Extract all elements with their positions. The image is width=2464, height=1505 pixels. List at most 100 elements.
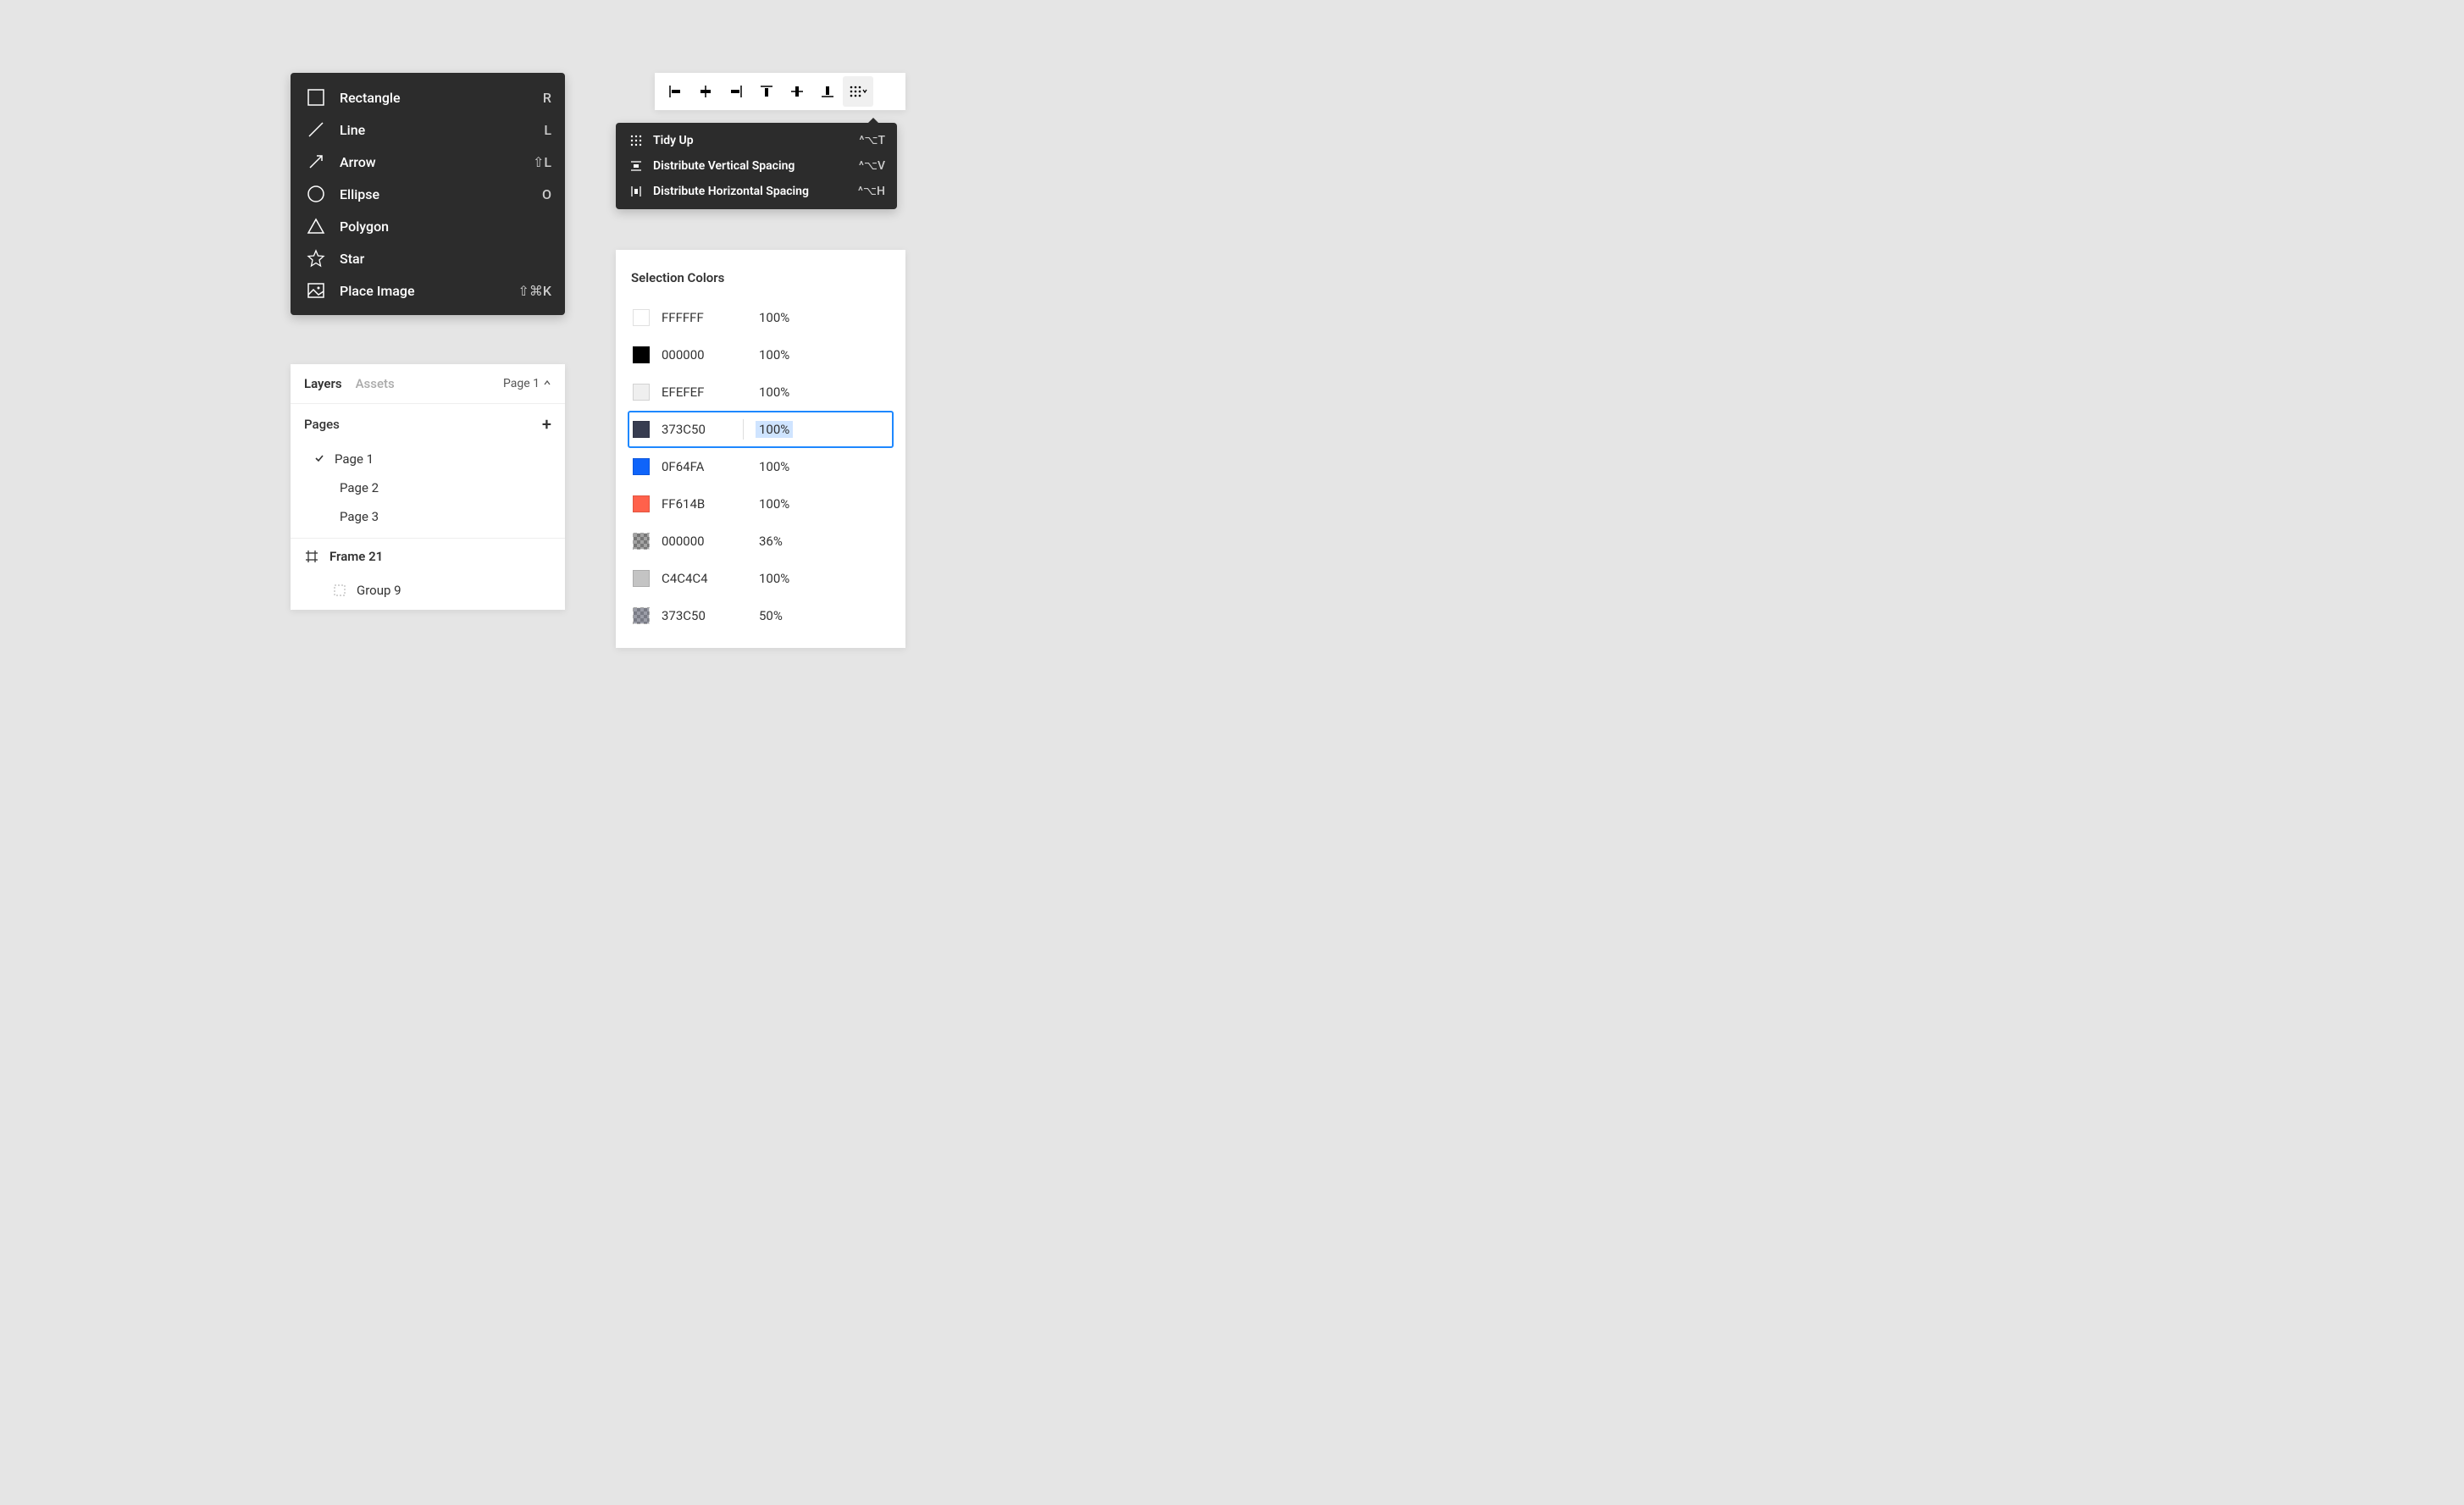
- page-label: Page 1: [335, 451, 374, 467]
- color-opacity[interactable]: 100%: [756, 421, 793, 438]
- color-opacity[interactable]: 100%: [756, 346, 793, 363]
- image-icon: [304, 279, 328, 302]
- shape-item-place-image[interactable]: Place Image ⇧⌘K: [291, 274, 565, 307]
- rectangle-icon: [304, 86, 328, 109]
- color-row[interactable]: C4C4C4 100%: [628, 560, 894, 597]
- layers-panel-tabs: Layers Assets Page 1: [291, 364, 565, 404]
- frame-icon: [304, 549, 319, 564]
- dist-v-icon: [628, 158, 645, 174]
- color-opacity[interactable]: 36%: [756, 533, 786, 550]
- shape-label: Place Image: [340, 283, 518, 299]
- ellipse-icon: [304, 182, 328, 206]
- color-hex[interactable]: 0F64FA: [662, 459, 743, 474]
- pages-header-label: Pages: [304, 417, 340, 432]
- shape-item-star[interactable]: Star: [291, 242, 565, 274]
- tab-layers[interactable]: Layers: [304, 376, 342, 391]
- page-selector[interactable]: Page 1: [503, 377, 551, 390]
- layer-row-frame[interactable]: Frame 21: [291, 539, 565, 574]
- color-row[interactable]: EFEFEF 100%: [628, 373, 894, 411]
- color-opacity[interactable]: 100%: [756, 570, 793, 587]
- color-swatch[interactable]: [633, 495, 650, 512]
- layer-row-group[interactable]: Group 9: [291, 574, 565, 610]
- color-opacity[interactable]: 100%: [756, 458, 793, 475]
- color-row[interactable]: FFFFFF 100%: [628, 299, 894, 336]
- color-swatch[interactable]: [633, 533, 650, 550]
- color-swatch[interactable]: [633, 346, 650, 363]
- color-hex[interactable]: 000000: [662, 534, 743, 549]
- color-hex[interactable]: 373C50: [662, 422, 743, 437]
- color-opacity[interactable]: 100%: [756, 495, 793, 512]
- dist-item-vertical[interactable]: Distribute Vertical Spacing ^⌥V: [616, 153, 897, 179]
- color-hex[interactable]: C4C4C4: [662, 571, 743, 586]
- color-hex[interactable]: FF614B: [662, 496, 743, 512]
- color-swatch[interactable]: [633, 607, 650, 624]
- color-hex[interactable]: EFEFEF: [662, 385, 743, 400]
- color-row[interactable]: 0F64FA 100%: [628, 448, 894, 485]
- align-top-button[interactable]: [751, 76, 782, 107]
- color-hex[interactable]: 000000: [662, 347, 743, 362]
- color-swatch[interactable]: [633, 384, 650, 401]
- shape-shortcut: ⇧⌘K: [518, 283, 551, 299]
- group-icon: [333, 584, 346, 597]
- color-swatch[interactable]: [633, 421, 650, 438]
- distribute-dropdown: Tidy Up ^⌥T Distribute Vertical Spacing …: [616, 123, 897, 209]
- align-right-button[interactable]: [721, 76, 751, 107]
- dist-item-tidy-up[interactable]: Tidy Up ^⌥T: [616, 128, 897, 153]
- page-row-1[interactable]: Page 1: [291, 445, 565, 473]
- align-left-button[interactable]: [660, 76, 690, 107]
- shape-item-line[interactable]: Line L: [291, 113, 565, 146]
- distribute-more-button[interactable]: [843, 76, 873, 107]
- check-icon: [314, 451, 329, 467]
- dist-label: Distribute Vertical Spacing: [653, 159, 859, 173]
- page-selector-label: Page 1: [503, 377, 540, 390]
- align-hcenter-button[interactable]: [690, 76, 721, 107]
- color-swatch[interactable]: [633, 570, 650, 587]
- dist-shortcut: ^⌥H: [858, 185, 885, 198]
- color-opacity[interactable]: 100%: [756, 309, 793, 326]
- color-row[interactable]: FF614B 100%: [628, 485, 894, 523]
- color-opacity[interactable]: 100%: [756, 384, 793, 401]
- color-opacity[interactable]: 50%: [756, 607, 786, 624]
- color-hex[interactable]: 373C50: [662, 608, 743, 623]
- selection-colors-title: Selection Colors: [628, 267, 894, 299]
- shape-item-ellipse[interactable]: Ellipse O: [291, 178, 565, 210]
- color-swatch[interactable]: [633, 309, 650, 326]
- shape-shortcut: R: [543, 90, 551, 106]
- dist-shortcut: ^⌥V: [859, 159, 885, 173]
- layers-panel: Layers Assets Page 1 Pages + Page 1 Page…: [291, 364, 565, 610]
- align-toolbar: [655, 73, 905, 110]
- polygon-icon: [304, 214, 328, 238]
- shape-label: Polygon: [340, 219, 551, 235]
- chevron-up-icon: [543, 377, 551, 390]
- star-icon: [304, 246, 328, 270]
- tab-assets[interactable]: Assets: [356, 376, 395, 391]
- color-swatch[interactable]: [633, 458, 650, 475]
- align-bottom-button[interactable]: [812, 76, 843, 107]
- shape-label: Arrow: [340, 154, 533, 170]
- add-page-button[interactable]: +: [542, 414, 551, 434]
- color-row[interactable]: 000000 100%: [628, 336, 894, 373]
- shape-item-polygon[interactable]: Polygon: [291, 210, 565, 242]
- shape-item-arrow[interactable]: Arrow ⇧L: [291, 146, 565, 178]
- dist-shortcut: ^⌥T: [859, 134, 885, 147]
- dist-item-horizontal[interactable]: Distribute Horizontal Spacing ^⌥H: [616, 179, 897, 204]
- shape-shortcut: O: [542, 186, 551, 202]
- shape-item-rectangle[interactable]: Rectangle R: [291, 81, 565, 113]
- shape-tool-menu: Rectangle R Line L Arrow ⇧L Ellipse O Po…: [291, 73, 565, 315]
- shape-label: Rectangle: [340, 90, 543, 106]
- color-row[interactable]: 373C50 50%: [628, 597, 894, 634]
- align-vcenter-button[interactable]: [782, 76, 812, 107]
- color-hex[interactable]: FFFFFF: [662, 310, 743, 325]
- shape-label: Line: [340, 122, 544, 138]
- dist-h-icon: [628, 183, 645, 200]
- page-label: Page 2: [340, 480, 379, 495]
- shape-shortcut: L: [544, 122, 551, 138]
- tidy-icon: [628, 132, 645, 149]
- dist-label: Tidy Up: [653, 134, 859, 147]
- color-row[interactable]: 000000 36%: [628, 523, 894, 560]
- page-row-3[interactable]: Page 3: [291, 502, 565, 531]
- color-row[interactable]: 373C50 100%: [628, 411, 894, 448]
- page-row-2[interactable]: Page 2: [291, 473, 565, 502]
- selection-colors-panel: Selection Colors FFFFFF100%000000100%EFE…: [616, 250, 905, 648]
- shape-label: Star: [340, 251, 551, 267]
